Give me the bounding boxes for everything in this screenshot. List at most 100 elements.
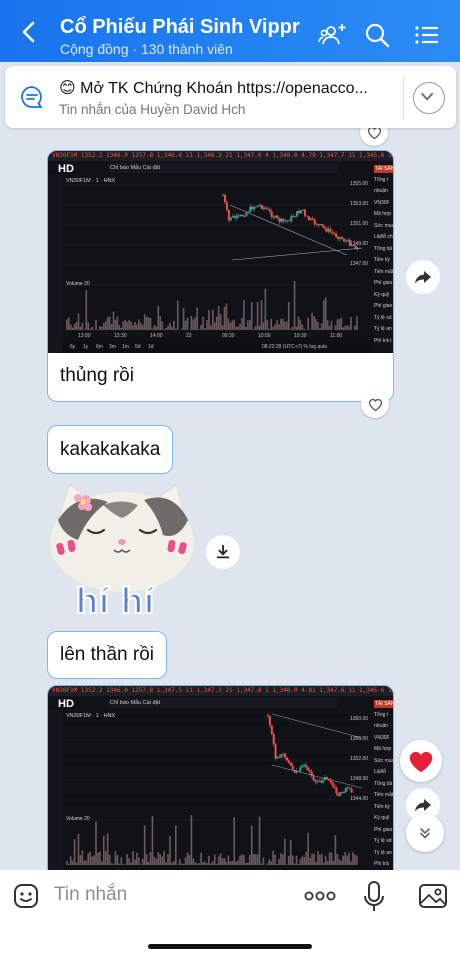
candle-body [237, 215, 240, 217]
volume-bar [326, 861, 329, 865]
volume-bar [138, 319, 140, 330]
candle-body [321, 224, 324, 227]
price-tick: 1355.00 [350, 181, 369, 187]
volume-bar [229, 322, 232, 330]
react-heart-button[interactable] [400, 740, 442, 782]
volume-bar [178, 859, 181, 865]
candle-body [350, 788, 353, 793]
side-panel-label: Tiền mặt [374, 792, 393, 798]
volume-bar [188, 855, 191, 865]
volume-bar [237, 860, 239, 865]
volume-bar [215, 316, 218, 330]
download-sticker-button[interactable] [206, 535, 240, 569]
image-message[interactable]: VN30F1M 1352.2 1346.0 1257.8 1,347.5 11 … [47, 685, 394, 887]
home-indicator [148, 944, 312, 949]
candle-body [266, 208, 269, 210]
volume-bar [282, 318, 284, 330]
volume-bar [196, 307, 199, 330]
image-message[interactable]: VN30F1M 1352.2 1346.0 1257.8 1,346.4 11 … [47, 150, 394, 402]
volume-bar [307, 832, 309, 865]
chat-title[interactable]: Cổ Phiếu Phái Sinh Vippr... [60, 16, 300, 39]
volume-bar [293, 863, 296, 865]
side-panel-label: Mã hợp [374, 746, 392, 752]
time-tick: 10:30 [294, 333, 307, 339]
pinned-message[interactable]: 😊 Mở TK Chứng Khoán https://openacco... … [5, 66, 456, 128]
volume-bar [266, 320, 269, 330]
volume-bar [194, 317, 197, 330]
volume-bar [350, 317, 352, 330]
volume-bar [317, 322, 319, 330]
volume-bar [91, 326, 93, 330]
volume-bar [112, 311, 115, 330]
volume-bar [104, 321, 107, 330]
volume-bar [258, 816, 261, 865]
range-option: 5d [135, 344, 141, 350]
volume-bar [332, 861, 335, 865]
volume-bar [254, 326, 257, 330]
volume-bar [134, 859, 136, 865]
volume-bar [239, 855, 241, 865]
volume-bar [354, 325, 356, 330]
sticker-icon[interactable] [12, 882, 40, 910]
chat-subtitle[interactable]: Cộng đồng · 130 thành viên [60, 41, 233, 57]
sticker-message[interactable]: hí hí [48, 480, 196, 622]
volume-bar [223, 306, 226, 330]
volume-bar [138, 857, 140, 865]
candle-body [251, 206, 254, 210]
candle-body [259, 205, 262, 207]
volume-bar [262, 857, 265, 865]
back-arrow-icon[interactable] [14, 17, 44, 47]
candle-body [255, 206, 258, 208]
volume-bar [297, 316, 300, 330]
chart-screenshot[interactable]: VN30F1M 1352.2 1346.0 1257.8 1,347.5 11 … [48, 686, 393, 886]
message-input[interactable]: Tin nhắn [54, 884, 127, 906]
price-tick: 1347.00 [350, 261, 369, 267]
volume-bar [284, 838, 286, 865]
text-message[interactable]: kakakakaka [47, 425, 174, 474]
double-chevron-down-icon [419, 827, 431, 839]
volume-bar [256, 854, 259, 865]
volume-bar [272, 850, 274, 865]
text-message[interactable]: lên thần rồi [47, 631, 168, 679]
expand-pinned-button[interactable] [413, 82, 445, 114]
more-dots-icon[interactable] [304, 890, 336, 902]
volume-bar [79, 855, 82, 865]
chart-screenshot[interactable]: VN30F1M 1352.2 1346.0 1257.8 1,346.4 11 … [48, 151, 393, 353]
volume-bar [274, 324, 276, 330]
side-panel-label: Phí giao [374, 280, 393, 286]
candle-body [331, 231, 334, 233]
candle-chart [62, 184, 362, 330]
candle-body [306, 767, 309, 771]
image-icon[interactable] [418, 882, 448, 910]
range-option: 3m [109, 344, 116, 350]
market-ticker-bar: VN30F1M 1352.2 1346.0 1257.8 1,346.4 11 … [48, 151, 393, 161]
volume-bar [167, 854, 169, 865]
candle-body [280, 218, 283, 222]
pinned-sender: Tin nhắn của Huyền David Hch [59, 102, 246, 117]
side-panel-label: Phí trả t [374, 337, 392, 344]
volume-bar [159, 854, 162, 865]
side-panel-label: VN30F [374, 199, 390, 206]
volume-bar [262, 322, 265, 330]
candle-body [299, 767, 302, 772]
group-add-icon[interactable] [318, 20, 348, 50]
volume-bar [151, 816, 154, 865]
ticker-text: VN30F1M 1352.2 1346.0 1257.8 1,346.4 11 … [52, 152, 393, 159]
search-icon[interactable] [362, 20, 392, 50]
volume-bar [118, 325, 121, 330]
volume-bar [276, 320, 278, 330]
menu-list-icon[interactable] [412, 20, 442, 50]
volume-bar [192, 319, 195, 330]
microphone-icon[interactable] [362, 880, 386, 914]
forward-button[interactable] [406, 260, 440, 294]
volume-bar [301, 856, 304, 865]
volume-bar [264, 288, 267, 330]
candle-body [305, 764, 307, 768]
volume-bar [245, 862, 247, 865]
like-button[interactable] [361, 390, 389, 418]
account-side-panel: TÀI SẢN Tổng t nhuận VN30F Mã hợp Sức mua Lãi/… [373, 696, 393, 886]
hd-badge: HD [58, 163, 74, 175]
volume-bar [99, 851, 101, 865]
message-text: lên thần rồi [60, 644, 155, 665]
scroll-to-bottom-button[interactable] [406, 814, 444, 852]
